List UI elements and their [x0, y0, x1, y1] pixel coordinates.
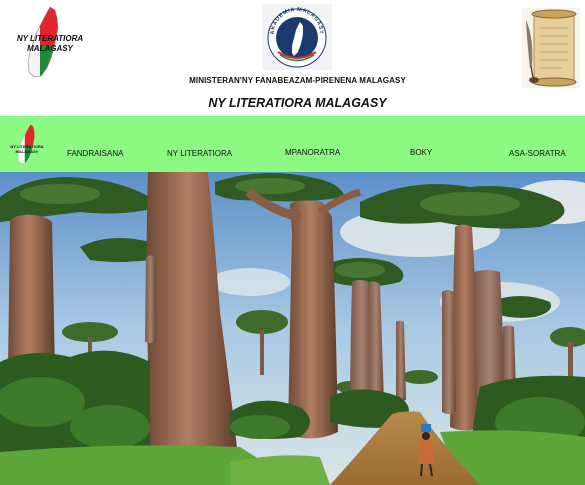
parchment-quill-icon [522, 8, 580, 88]
baobab-avenue-illustration [0, 172, 585, 485]
logo-text-line1: NY LITERATIORA [16, 34, 84, 43]
logo-text: NY LITERATIORA MALAGASY [10, 34, 90, 54]
nav-logo-text: NY LITERATIORA MALAGASY [6, 144, 48, 154]
nav-logo-text-line2: MALAGASY [15, 149, 39, 154]
nav-logo[interactable]: NY LITERATIORA MALAGASY [8, 124, 46, 166]
page-title: NY LITERATIORA MALAGASY [208, 96, 387, 110]
site-logo[interactable]: NY LITERATIORA MALAGASY [10, 6, 90, 80]
site-header: NY LITERATIORA MALAGASY AKADEMIA MALAGAS… [0, 0, 585, 116]
akademia-seal-icon: AKADEMIA MALAGASY [262, 4, 332, 70]
nav-item-fandraisana[interactable]: FANDRAISANA [67, 149, 123, 158]
logo-text-line2: MALAGASY [27, 44, 73, 53]
nav-item-asa-soratra[interactable]: ASA-SORATRA [509, 149, 566, 158]
hero-image [0, 172, 585, 485]
nav-item-mpanoratra[interactable]: MPANORATRA [285, 148, 340, 157]
nav-item-boky[interactable]: BOKY [410, 148, 432, 157]
main-nav: NY LITERATIORA MALAGASY FANDRAISANA NY L… [0, 116, 585, 172]
ministry-name: MINISTERAN'NY FANABEAZAM-PIRENENA MALAGA… [189, 76, 406, 85]
nav-item-ny-literatiora[interactable]: NY LITERATIORA [167, 149, 232, 158]
